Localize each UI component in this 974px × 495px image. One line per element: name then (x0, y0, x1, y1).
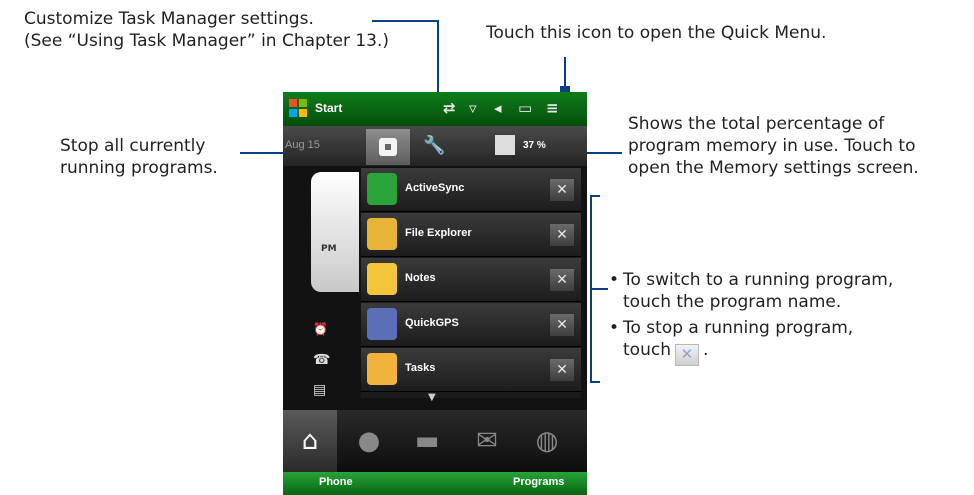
task-manager-bar: Aug 15 🔧 37 % (283, 126, 587, 166)
callout-text: running programs. (60, 158, 218, 178)
start-label[interactable]: Start (315, 101, 342, 115)
call-icon: ☎ (313, 352, 331, 368)
running-programs-list: ActiveSync ✕ File Explorer ✕ Notes ✕ QuickGPS ✕… (361, 168, 581, 398)
task-row[interactable]: Tasks ✕ (361, 348, 581, 392)
task-name[interactable]: QuickGPS (405, 317, 459, 329)
callout-task-manager-settings: Customize Task Manager settings. (See “U… (24, 8, 389, 52)
callout-stop-all: Stop all currently running programs. (60, 135, 218, 179)
calendar-icon: ▤ (313, 382, 327, 398)
bullet-item: To stop a running program, touch✕. (609, 317, 893, 366)
bracket-line (592, 288, 608, 290)
close-task-button[interactable]: ✕ (550, 179, 574, 201)
task-name[interactable]: Tasks (405, 362, 435, 374)
callout-text: Stop all currently (60, 136, 206, 156)
tab-internet[interactable]: ◍ (523, 418, 571, 464)
callout-text: To switch to a running program, (623, 270, 894, 290)
notes-icon (367, 263, 397, 295)
close-task-button[interactable]: ✕ (550, 224, 574, 246)
quick-menu-icon[interactable]: ≡ (546, 100, 559, 116)
volume-icon[interactable]: ◂ (494, 100, 502, 116)
close-icon: ✕ (674, 344, 699, 366)
tab-messages[interactable]: ▬ (403, 418, 451, 464)
tasks-icon (367, 353, 397, 385)
stop-all-button[interactable] (366, 129, 410, 165)
task-name[interactable]: Notes (405, 272, 436, 284)
signal-icon[interactable]: ▿ (469, 100, 477, 116)
callout-text: To stop a running program, (623, 318, 854, 338)
battery-icon[interactable]: ▭ (518, 100, 532, 116)
task-name[interactable]: ActiveSync (405, 182, 464, 194)
date-label: Aug 15 (285, 139, 320, 151)
callout-text: program memory in use. Touch to (628, 136, 916, 156)
callout-text: touch the program name. (623, 292, 842, 312)
callout-text-fragment: . (702, 340, 709, 360)
title-bar: Start ⇄ ▿ ◂ ▭ ≡ (283, 92, 587, 126)
callout-text: touch ✕. (623, 339, 893, 366)
home-clock-widget: PM (311, 172, 359, 292)
windows-logo-icon[interactable] (289, 99, 307, 117)
callout-quick-menu: Touch this icon to open the Quick Menu. (486, 23, 827, 43)
callout-text: Shows the total percentage of (628, 114, 885, 134)
bracket-line (590, 381, 600, 383)
callout-text: (See “Using Task Manager” in Chapter 13.… (24, 31, 390, 51)
close-task-button[interactable]: ✕ (550, 359, 574, 381)
connectivity-icon[interactable]: ⇄ (443, 100, 456, 116)
tab-home[interactable]: ⌂ (283, 410, 337, 472)
task-name[interactable]: File Explorer (405, 227, 472, 239)
close-task-button[interactable]: ✕ (550, 314, 574, 336)
callout-running-programs: To switch to a running program, touch th… (609, 269, 893, 370)
wrench-icon[interactable]: 🔧 (423, 135, 445, 156)
bullet-item: To switch to a running program, touch th… (609, 269, 893, 313)
stop-all-icon (379, 138, 397, 156)
callout-text-fragment: touch (623, 340, 671, 360)
task-row[interactable]: QuickGPS ✕ (361, 303, 581, 347)
task-row[interactable]: Notes ✕ (361, 258, 581, 302)
close-task-button[interactable]: ✕ (550, 269, 574, 291)
memory-percentage[interactable]: 37 % (523, 140, 546, 151)
callout-memory: Shows the total percentage of program me… (628, 113, 919, 179)
memory-chip-icon[interactable] (495, 135, 515, 155)
task-row[interactable]: File Explorer ✕ (361, 213, 581, 257)
callout-text: open the Memory settings screen. (628, 158, 919, 178)
softkey-phone[interactable]: Phone (319, 476, 353, 488)
task-row[interactable]: ActiveSync ✕ (361, 168, 581, 212)
quickgps-icon (367, 308, 397, 340)
phone-screen: Start ⇄ ▿ ◂ ▭ ≡ Aug 15 🔧 37 % PM ⏰ ☎ ▤ A… (283, 92, 587, 495)
tab-bar: ⌂ ● ▬ ✉ ◍ (283, 410, 587, 472)
tab-people[interactable]: ● (345, 418, 393, 464)
activesync-icon (367, 173, 397, 205)
pm-label: PM (321, 244, 337, 254)
alarm-icon: ⏰ (313, 322, 328, 336)
callout-text: Customize Task Manager settings. (24, 9, 314, 29)
softkey-bar: Phone Programs (283, 472, 587, 495)
leader-line (372, 20, 439, 22)
softkey-programs[interactable]: Programs (513, 476, 564, 488)
tab-mail[interactable]: ✉ (463, 418, 511, 464)
scroll-down-icon[interactable]: ▼ (428, 392, 436, 403)
file-explorer-icon (367, 218, 397, 250)
